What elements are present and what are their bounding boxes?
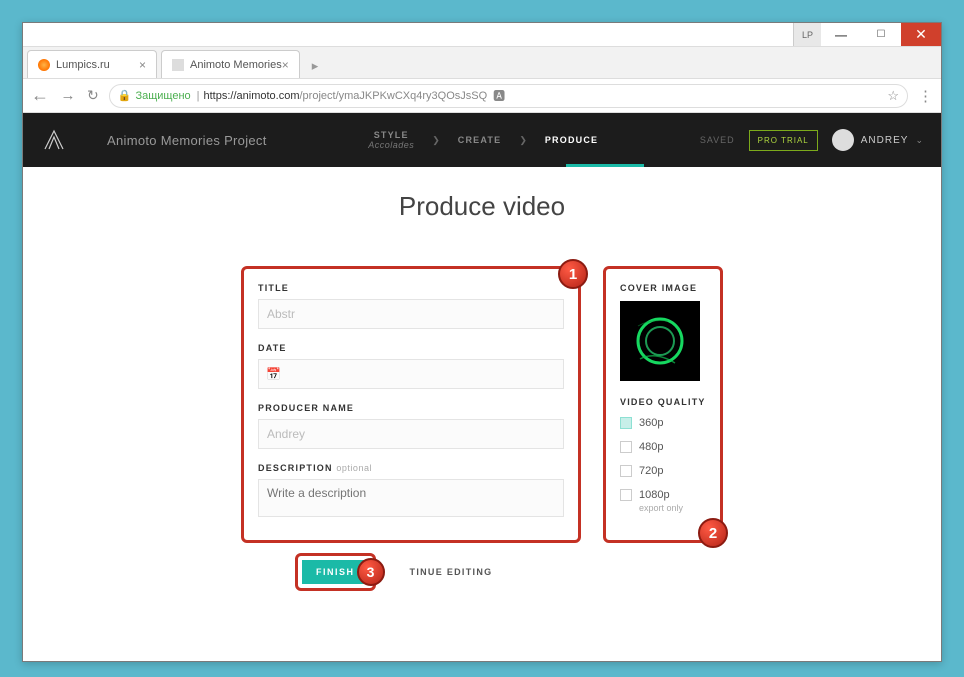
extension-badge[interactable]: LP xyxy=(793,23,821,46)
quality-option-360p[interactable]: 360p xyxy=(620,417,706,429)
step-style[interactable]: STYLE Accolades xyxy=(368,130,414,150)
maximize-button[interactable]: ☐ xyxy=(861,23,901,46)
page-content: Produce video 1 TITLE DATE 📅 PRODUCER NA… xyxy=(23,167,941,661)
back-button[interactable]: ← xyxy=(31,85,49,106)
cover-image[interactable] xyxy=(620,301,700,381)
calendar-icon: 📅 xyxy=(266,367,281,381)
browser-menu-icon[interactable]: ⋮ xyxy=(918,87,933,105)
checkbox-icon xyxy=(620,441,632,453)
browser-tabstrip: Lumpics.ru × Animoto Memories × ▸ xyxy=(23,47,941,79)
url-host: https://animoto.com xyxy=(204,90,300,102)
minimize-button[interactable]: — xyxy=(821,23,861,46)
export-only-note: export only xyxy=(639,503,706,513)
description-label: DESCRIPTION optional xyxy=(258,463,564,473)
saved-status: SAVED xyxy=(700,135,735,145)
app-header: Animoto Memories Project STYLE Accolades… xyxy=(23,113,941,167)
checkbox-icon xyxy=(620,489,632,501)
pro-trial-button[interactable]: PRO TRIAL xyxy=(749,130,818,151)
form-panel: 1 TITLE DATE 📅 PRODUCER NAME xyxy=(241,266,581,543)
avatar xyxy=(832,129,854,151)
video-quality-label: VIDEO QUALITY xyxy=(620,397,706,407)
window-titlebar: LP — ☐ ✕ xyxy=(23,23,941,47)
browser-tab[interactable]: Animoto Memories × xyxy=(161,50,300,78)
url-field[interactable]: 🔒 Защищено | https://animoto.com/project… xyxy=(109,84,908,108)
page-title: Produce video xyxy=(23,191,941,222)
producer-label: PRODUCER NAME xyxy=(258,403,564,413)
producer-input[interactable] xyxy=(258,419,564,449)
wizard-steps: STYLE Accolades ❯ CREATE ❯ PRODUCE xyxy=(267,130,700,150)
tab-close-icon[interactable]: × xyxy=(282,58,289,72)
annotation-badge-1: 1 xyxy=(558,259,588,289)
annotation-badge-3: 3 xyxy=(357,558,385,586)
app-logo[interactable] xyxy=(41,127,67,153)
step-create[interactable]: CREATE xyxy=(458,135,502,145)
checkbox-icon xyxy=(620,417,632,429)
action-row: FINISH 3 TINUE EDITING xyxy=(295,553,941,591)
favicon xyxy=(172,59,184,71)
address-bar: ← → ↻ 🔒 Защищено | https://animoto.com/p… xyxy=(23,79,941,113)
tab-title: Lumpics.ru xyxy=(56,59,110,71)
chevron-right-icon: ❯ xyxy=(519,135,527,146)
continue-editing-link[interactable]: TINUE EDITING xyxy=(410,567,493,577)
secure-label: Защищено xyxy=(135,90,190,102)
bookmark-icon[interactable]: ☆ xyxy=(887,88,899,104)
cover-image-label: COVER IMAGE xyxy=(620,283,706,293)
reload-button[interactable]: ↻ xyxy=(87,87,99,104)
translate-icon[interactable]: 🅰 xyxy=(493,87,505,104)
title-input[interactable] xyxy=(258,299,564,329)
quality-option-1080p[interactable]: 1080p xyxy=(620,489,706,501)
step-produce[interactable]: PRODUCE xyxy=(545,135,598,145)
project-name[interactable]: Animoto Memories Project xyxy=(107,133,267,148)
sidebar-panel: COVER IMAGE VIDEO QUALITY 360p 480p 720p… xyxy=(603,266,723,543)
lock-icon: 🔒 xyxy=(118,89,132,102)
favicon xyxy=(38,59,50,71)
date-label: DATE xyxy=(258,343,564,353)
quality-option-480p[interactable]: 480p xyxy=(620,441,706,453)
checkbox-icon xyxy=(620,465,632,477)
chevron-down-icon: ⌄ xyxy=(915,135,923,146)
quality-option-720p[interactable]: 720p xyxy=(620,465,706,477)
description-input[interactable] xyxy=(258,479,564,517)
close-button[interactable]: ✕ xyxy=(901,23,941,46)
username: ANDREY xyxy=(861,135,909,146)
finish-annotation: FINISH 3 xyxy=(295,553,376,591)
new-tab-button[interactable]: ▸ xyxy=(304,58,327,78)
user-menu[interactable]: ANDREY ⌄ xyxy=(832,129,923,151)
tab-close-icon[interactable]: × xyxy=(139,58,146,72)
url-path: /project/ymaJKPKwCXq4ry3QOsJsSQ xyxy=(300,90,488,102)
chevron-right-icon: ❯ xyxy=(432,135,440,146)
date-input[interactable] xyxy=(258,359,564,389)
title-label: TITLE xyxy=(258,283,564,293)
browser-window: LP — ☐ ✕ Lumpics.ru × Animoto Memories ×… xyxy=(22,22,942,662)
forward-button[interactable]: → xyxy=(59,87,77,104)
tab-title: Animoto Memories xyxy=(190,59,282,71)
browser-tab[interactable]: Lumpics.ru × xyxy=(27,50,157,78)
annotation-badge-2: 2 xyxy=(698,518,728,548)
